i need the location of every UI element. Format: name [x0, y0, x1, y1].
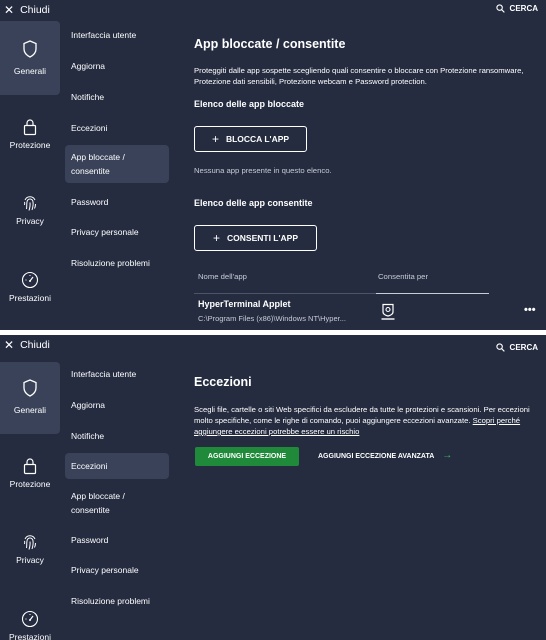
subnav-item-privacy-personale[interactable]: Privacy personale	[65, 225, 169, 239]
allowed-apps-heading: Elenco delle app consentite	[194, 198, 313, 208]
category-label: Privacy	[16, 555, 44, 565]
subnav-label-line2: consentite	[71, 166, 110, 176]
speedometer-icon	[21, 610, 39, 628]
app-path: C:\Program Files (x86)\Windows NT\Hyper.…	[198, 314, 346, 323]
button-label: AGGIUNGI ECCEZIONE	[207, 453, 287, 460]
subnav-item-risoluzione-problemi[interactable]: Risoluzione problemi	[65, 594, 169, 608]
column-header-allowed-for[interactable]: Consentita per	[378, 272, 428, 281]
link-label: AGGIUNGI ECCEZIONE AVANZATA	[318, 452, 435, 460]
category-label: Prestazioni	[8, 632, 52, 640]
search-button[interactable]: CERCA	[495, 343, 538, 352]
category-label: Privacy	[16, 216, 44, 226]
lock-icon	[23, 458, 37, 475]
close-button[interactable]: ✕ Chiudi	[4, 338, 50, 352]
app-name: HyperTerminal Applet	[198, 299, 291, 309]
subnav-item-password[interactable]: Password	[65, 533, 169, 547]
subnav-label: Interfaccia utente	[71, 30, 137, 40]
settings-panel-app-blocked-allowed: ✕ Chiudi CERCA Generali Protezione Priva…	[0, 0, 546, 330]
plus-icon: +	[211, 132, 219, 146]
category-privacy[interactable]: Privacy	[0, 194, 60, 234]
subnav-label: Eccezioni	[71, 461, 108, 471]
page-title: Eccezioni	[194, 375, 252, 389]
subnav-label: Eccezioni	[71, 123, 108, 133]
subnav-label: Risoluzione problemi	[71, 596, 150, 606]
subnav-label: Privacy personale	[71, 565, 139, 575]
table-header-divider-highlight	[376, 293, 489, 294]
speedometer-icon	[21, 271, 39, 289]
top-bar: ✕ Chiudi CERCA	[0, 0, 546, 20]
block-app-button[interactable]: + BLOCCA L'APP	[194, 126, 307, 152]
button-label: BLOCCA L'APP	[225, 134, 290, 144]
subnav-item-password[interactable]: Password	[65, 195, 169, 209]
category-prestazioni[interactable]: Prestazioni	[0, 610, 60, 640]
subnav-label: Notifiche	[71, 431, 105, 441]
page-description: Proteggiti dalle app sospette scegliendo…	[194, 66, 524, 86]
search-icon	[495, 343, 505, 352]
fingerprint-icon	[24, 196, 36, 211]
subnav-item-privacy-personale[interactable]: Privacy personale	[65, 563, 169, 577]
subnav-label: App bloccate /	[71, 491, 125, 501]
subnav-label: Privacy personale	[71, 227, 139, 237]
subnav-label: Aggiorna	[71, 400, 106, 410]
close-label: Chiudi	[20, 4, 50, 16]
category-label: Protezione	[9, 140, 51, 150]
subnav-label: Password	[71, 197, 109, 207]
close-icon: ✕	[4, 338, 15, 352]
category-label: Protezione	[9, 479, 51, 489]
webcam-shield-icon	[381, 303, 395, 320]
subnav-item-interfaccia-utente[interactable]: Interfaccia utente	[65, 367, 169, 381]
subnav-item-interfaccia-utente[interactable]: Interfaccia utente	[65, 28, 169, 42]
category-privacy[interactable]: Privacy	[0, 533, 60, 573]
settings-panel-exceptions: ✕ Chiudi CERCA Generali Protezione Priva…	[0, 335, 546, 640]
more-options-icon[interactable]: •••	[524, 304, 536, 316]
arrow-right-icon: →	[442, 450, 453, 461]
plus-icon: +	[213, 231, 221, 245]
category-protezione[interactable]: Protezione	[0, 457, 60, 497]
search-icon	[495, 4, 505, 13]
subnav-label: Password	[71, 535, 109, 545]
blocked-apps-heading: Elenco delle app bloccate	[194, 99, 305, 109]
subnav-label: Risoluzione problemi	[71, 258, 150, 268]
subnav-item-aggiorna[interactable]: Aggiorna	[65, 59, 169, 73]
subnav-label: Interfaccia utente	[71, 369, 137, 379]
subnav-label: Aggiorna	[71, 61, 106, 71]
search-button[interactable]: CERCA	[495, 4, 538, 13]
top-bar: ✕ Chiudi CERCA	[0, 335, 546, 355]
subnav-item-app-bloccate-consentite[interactable]: App bloccate / consentite	[65, 489, 169, 517]
subnav-item-notifiche[interactable]: Notifiche	[65, 90, 169, 104]
button-label: CONSENTI L'APP	[227, 233, 298, 243]
close-icon: ✕	[4, 3, 15, 17]
subnav-item-eccezioni[interactable]: Eccezioni	[65, 121, 169, 135]
add-advanced-exception-link[interactable]: AGGIUNGI ECCEZIONE AVANZATA →	[318, 450, 453, 461]
fingerprint-icon	[24, 535, 36, 550]
category-generali[interactable]: Generali	[0, 362, 60, 434]
page-description: Scegli file, cartelle o siti Web specifi…	[194, 404, 539, 437]
column-header-app-name[interactable]: Nome dell'app	[198, 272, 247, 281]
category-prestazioni[interactable]: Prestazioni	[0, 271, 60, 311]
add-exception-button[interactable]: AGGIUNGI ECCEZIONE	[195, 447, 299, 466]
shield-icon	[23, 379, 37, 397]
subnav-item-notifiche[interactable]: Notifiche	[65, 429, 169, 443]
subnav-item-eccezioni[interactable]: Eccezioni	[65, 453, 169, 479]
close-label: Chiudi	[20, 339, 50, 351]
subnav-item-risoluzione-problemi[interactable]: Risoluzione problemi	[65, 256, 169, 270]
close-button[interactable]: ✕ Chiudi	[4, 3, 50, 17]
subnav-label: Notifiche	[71, 92, 105, 102]
category-generali[interactable]: Generali	[0, 21, 60, 95]
page-title: App bloccate / consentite	[194, 37, 346, 51]
allow-app-button[interactable]: + CONSENTI L'APP	[194, 225, 317, 251]
lock-icon	[23, 119, 37, 136]
shield-icon	[23, 40, 37, 58]
category-label: Generali	[13, 66, 47, 76]
search-label: CERCA	[509, 343, 538, 352]
category-label: Prestazioni	[8, 293, 52, 303]
category-protezione[interactable]: Protezione	[0, 118, 60, 158]
subnav-label-line2: consentite	[71, 505, 110, 515]
category-label: Generali	[13, 405, 47, 415]
blocked-empty-message: Nessuna app presente in questo elenco.	[194, 166, 332, 175]
search-label: CERCA	[509, 4, 538, 13]
subnav-label: App bloccate /	[71, 152, 125, 162]
subnav-item-app-bloccate-consentite[interactable]: App bloccate / consentite	[65, 145, 169, 183]
subnav-item-aggiorna[interactable]: Aggiorna	[65, 398, 169, 412]
